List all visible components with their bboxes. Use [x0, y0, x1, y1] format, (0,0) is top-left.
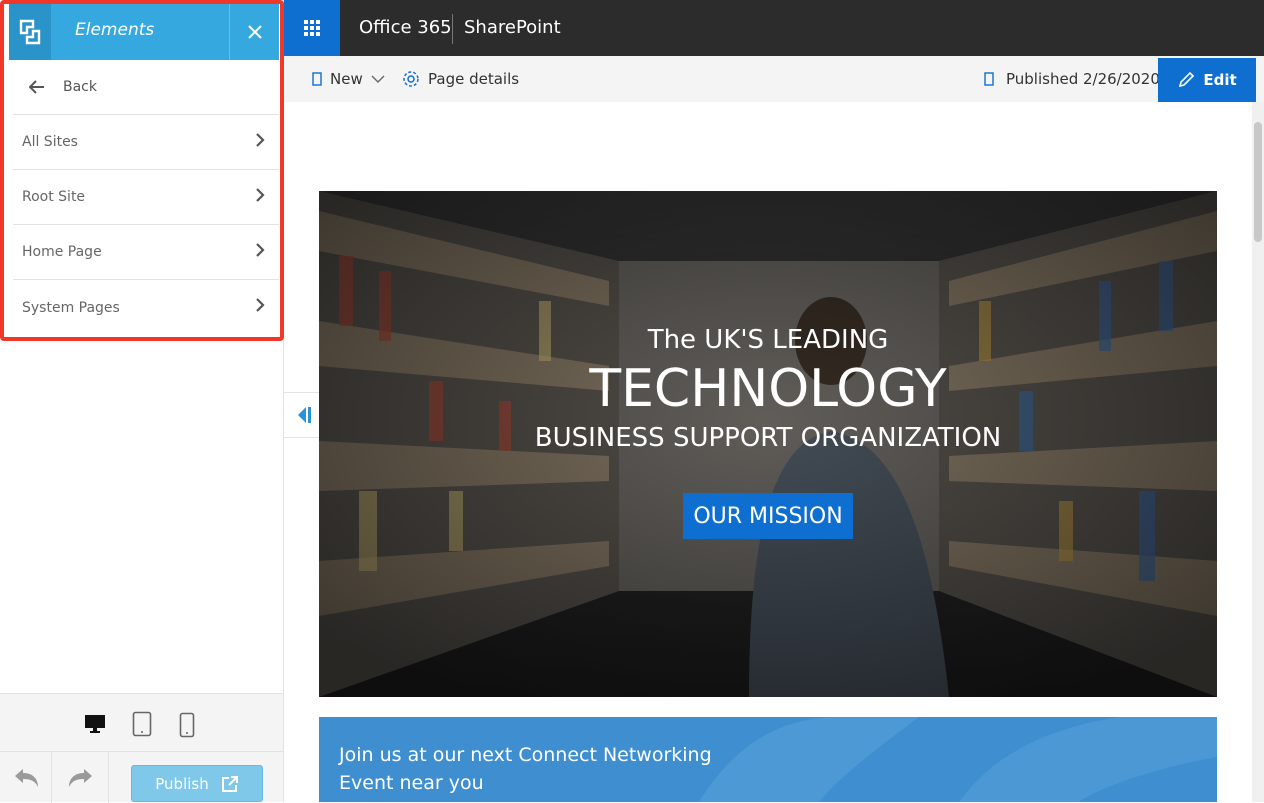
chevron-down-icon [371, 75, 385, 83]
elements-logo-icon [9, 4, 51, 60]
event-banner: Join us at our next Connect Networking E… [319, 717, 1217, 802]
publish-label: Publish [155, 774, 209, 793]
published-date: Published 2/26/2020 [1006, 70, 1160, 88]
edit-button[interactable]: Edit [1158, 58, 1256, 102]
event-promo-text: Join us at our next Connect Networking E… [339, 744, 712, 794]
back-label: Back [63, 79, 97, 95]
nav-item-all-sites[interactable]: All Sites [13, 115, 279, 170]
nav-item-label: Root Site [22, 189, 86, 205]
page-icon [984, 72, 994, 86]
undo-button[interactable] [0, 752, 52, 803]
our-mission-button[interactable]: OUR MISSION [683, 493, 853, 539]
hero-subheadline: BUSINESS SUPPORT ORGANIZATION [534, 423, 1002, 453]
nav-item-root-site[interactable]: Root Site [13, 170, 279, 225]
hero-banner: The UK'S LEADING TECHNOLOGY BUSINESS SUP… [319, 191, 1217, 697]
chevron-right-icon [256, 243, 265, 257]
page-details-button[interactable]: Page details [402, 56, 519, 102]
page-icon [312, 72, 322, 86]
scroll-thumb[interactable] [1254, 122, 1262, 242]
panel-title: Elements [75, 20, 155, 40]
chevron-right-icon [256, 188, 265, 202]
hero-headline: TECHNOLOGY [589, 359, 947, 419]
close-panel-button[interactable] [229, 4, 279, 60]
nav-item-label: System Pages [22, 299, 120, 316]
hero-tagline: The UK'S LEADING [647, 325, 889, 355]
back-button[interactable]: Back [13, 60, 279, 115]
nav-item-label: Home Page [22, 244, 102, 260]
panel-highlight-frame: Elements Back All Sites Root Site Home P… [0, 0, 284, 341]
publish-status: Published 2/26/2020 [984, 56, 1160, 102]
sharepoint-link[interactable]: SharePoint [464, 17, 561, 38]
publish-button[interactable]: Publish [131, 765, 263, 802]
panel-header: Elements [9, 4, 279, 60]
command-bar: New Page details Published 2/26/2020 Edi… [284, 56, 1264, 102]
phone-icon[interactable] [179, 712, 195, 738]
office-365-link[interactable]: Office 365 [359, 17, 452, 38]
triangle-left-icon [297, 407, 311, 423]
redo-icon [68, 768, 92, 787]
nav-item-label: All Sites [22, 134, 78, 150]
close-icon [247, 25, 262, 39]
elements-panel: Elements Back All Sites Root Site Home P… [0, 0, 284, 803]
redo-button[interactable] [53, 752, 109, 803]
page-details-label: Page details [428, 70, 520, 88]
gear-icon [403, 71, 419, 87]
tablet-icon[interactable] [132, 711, 152, 737]
brand-divider [452, 14, 453, 44]
app-launcher-button[interactable] [284, 0, 340, 56]
chevron-right-icon [256, 133, 265, 147]
external-link-icon [221, 775, 238, 792]
new-button[interactable]: New [312, 56, 385, 102]
nav-item-system-pages[interactable]: System Pages [13, 280, 279, 335]
vertical-scrollbar[interactable] [1252, 102, 1264, 802]
chevron-right-icon [256, 298, 265, 312]
arrow-left-icon [29, 80, 44, 94]
undo-icon [14, 768, 38, 787]
desktop-icon[interactable] [84, 714, 106, 734]
collapse-panel-button[interactable] [284, 392, 324, 438]
suite-header: Office 365 SharePoint [284, 0, 1264, 56]
edit-label: Edit [1203, 71, 1237, 89]
new-label: New [330, 70, 363, 88]
pencil-icon [1179, 71, 1195, 88]
device-preview-bar [0, 693, 283, 751]
nav-item-home-page[interactable]: Home Page [13, 225, 279, 280]
action-bar: Publish [0, 751, 283, 803]
waffle-icon [304, 20, 320, 36]
